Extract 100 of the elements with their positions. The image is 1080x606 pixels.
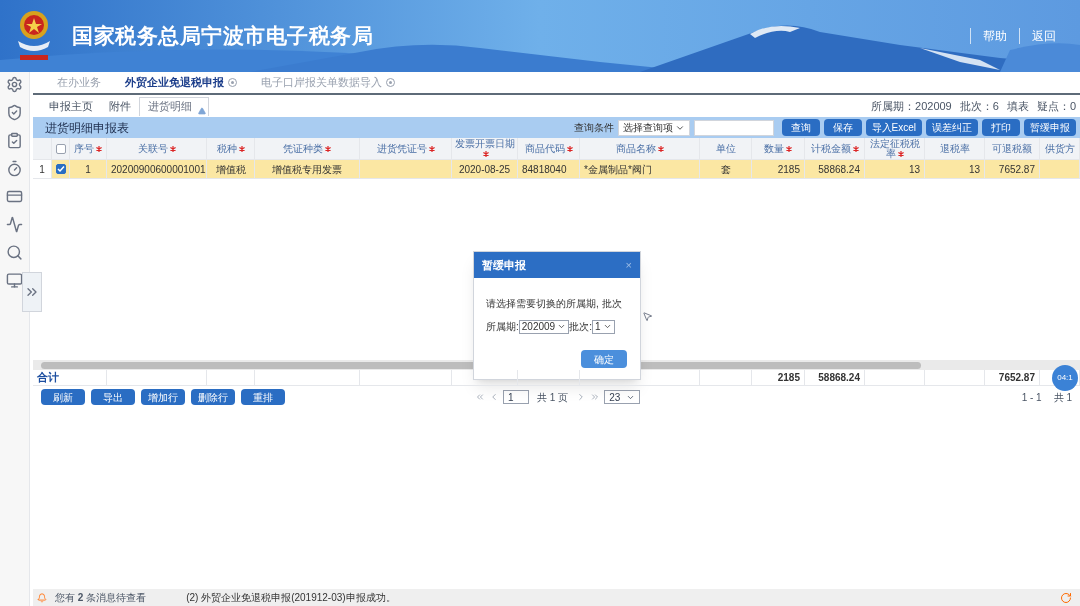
total-cell-text: 2185 (777, 371, 800, 385)
table-title: 进货明细申报表 (44, 119, 129, 137)
column-header: 发票开票日期 (454, 138, 515, 159)
action-button[interactable]: 删除行 (191, 389, 235, 405)
corner-icon (198, 106, 206, 115)
column-header: 供货方 (1044, 143, 1075, 154)
table-cell-text: 2185 (777, 162, 800, 177)
period-label: 所属期: (486, 320, 519, 334)
column-header: 凭证种类 (283, 143, 331, 154)
table-cell-text: 1 (85, 162, 91, 177)
dropdown-icon (602, 322, 612, 331)
query-input[interactable] (693, 119, 774, 136)
table-cell-text: 2020-08-25 (458, 162, 511, 177)
batch-select[interactable]: 1 (591, 319, 615, 334)
column-header: 税种 (216, 143, 245, 154)
action-button[interactable]: 重排 (241, 389, 285, 405)
query-label: 查询条件 (573, 121, 614, 135)
select-all-checkbox[interactable] (55, 143, 66, 154)
column-header: 计税金额 (810, 143, 859, 154)
close-button[interactable]: × (625, 256, 632, 274)
table-cell-text: 20200900600001001 (111, 162, 206, 177)
table-cell-text: 增值税专用发票 (272, 162, 342, 177)
toolbar-button[interactable]: 保存 (823, 119, 862, 136)
toolbar-button[interactable]: 打印 (982, 119, 1020, 136)
column-header: 退税率 (939, 143, 970, 154)
period-info: 疑点：0 (1036, 98, 1076, 114)
table-cell-text: 7652.87 (998, 162, 1035, 177)
settings-icon[interactable] (6, 76, 23, 93)
header-link[interactable]: 返回 (1032, 27, 1056, 45)
column-header: 可退税额 (992, 143, 1032, 154)
page-input[interactable]: 1 (503, 390, 529, 404)
required-icon (786, 145, 792, 152)
prev-page-icon[interactable] (489, 392, 499, 402)
totals-label: 合计 (37, 370, 59, 386)
sub-tab[interactable]: 进货明细 (139, 96, 209, 116)
last-page-icon[interactable] (590, 392, 601, 402)
search-icon[interactable] (6, 244, 23, 261)
required-icon (897, 150, 904, 157)
confirm-button[interactable]: 确定 (581, 350, 627, 368)
tab[interactable]: 在办业务 (45, 72, 113, 93)
total-cell-text: 58868.24 (818, 371, 860, 385)
row-number: 1 (33, 160, 52, 178)
column-header: 法定征税税率 (868, 138, 921, 159)
monitor-icon[interactable] (6, 272, 23, 289)
tab[interactable]: 电子口岸报关单数据导入 (249, 72, 407, 93)
action-button[interactable]: 导出 (91, 389, 135, 405)
required-icon (566, 145, 573, 152)
shield-check-icon[interactable] (6, 104, 23, 121)
total-cell-text: 7652.87 (998, 371, 1035, 385)
required-icon (169, 145, 176, 152)
header-link[interactable]: 帮助 (983, 27, 1007, 45)
refresh-icon[interactable] (1060, 591, 1072, 604)
toolbar-button[interactable]: 查询 (781, 119, 820, 136)
batch-label: 批次: (569, 320, 592, 334)
toolbar-button[interactable]: 导入Excel (865, 119, 922, 136)
table-cell-text: 84818040 (522, 162, 567, 177)
required-icon (657, 145, 664, 152)
cursor-icon (642, 311, 653, 322)
action-button[interactable]: 增加行 (141, 389, 185, 405)
column-header: 商品名称 (615, 143, 664, 154)
page-count: 共 1 页 (537, 390, 569, 405)
first-page-icon[interactable] (475, 392, 485, 402)
required-icon (482, 150, 489, 157)
time-badge: 04:1 (1052, 365, 1078, 391)
dialog-message: 请选择需要切换的所属期, 批次 (486, 297, 623, 311)
page-size-select[interactable]: 23 (604, 390, 641, 404)
toolbar-button[interactable]: 暂缓申报 (1024, 119, 1076, 136)
query-select[interactable]: 选择查询项 (617, 119, 690, 136)
dropdown-icon (557, 322, 567, 331)
sub-tab[interactable]: 申报主页 (41, 96, 101, 116)
required-icon (325, 145, 331, 152)
table-cell-text: 13 (968, 162, 980, 177)
message-notice[interactable]: 您有 2 条消息待查看 (55, 590, 147, 605)
table-row[interactable]: 1 1 20200900600001001 增值税 增值税专用发票 2020-08-25 84818040 *金属制品*阀门 套 2185 58868.24 13 13 7652.87 (33, 160, 1080, 179)
clipboard-check-icon[interactable] (6, 132, 23, 149)
column-header: 序号 (74, 143, 102, 154)
activity-icon[interactable] (6, 216, 23, 233)
period-info: 填表 (1006, 98, 1029, 114)
column-header: 商品代码 (524, 143, 573, 154)
required-icon (238, 145, 245, 152)
record-total: 共 1 (1053, 390, 1072, 405)
expand-tab[interactable] (22, 272, 42, 312)
table-cell-text: *金属制品*阀门 (584, 162, 652, 177)
table-cell-text: 58868.24 (818, 162, 860, 177)
period-info: 所属期：202009 (871, 98, 952, 114)
period-info: 批次：6 (959, 98, 999, 114)
record-range: 1 - 1 (1021, 390, 1042, 405)
required-icon (428, 145, 435, 152)
bell-icon[interactable] (37, 592, 47, 603)
card-icon[interactable] (6, 188, 23, 205)
tab[interactable]: 外贸企业免退税申报 (113, 72, 249, 93)
timer-icon[interactable] (6, 160, 23, 177)
column-header: 进货凭证号 (376, 143, 435, 154)
toolbar-button[interactable]: 误差纠正 (926, 119, 978, 136)
dialog-title: 暂缓申报 (482, 257, 526, 273)
sub-tab[interactable]: 附件 (101, 96, 139, 116)
row-checkbox[interactable] (55, 164, 66, 174)
period-select[interactable]: 202009 (518, 319, 570, 334)
column-header: 数量 (764, 143, 792, 154)
action-button[interactable]: 刷新 (41, 389, 85, 405)
